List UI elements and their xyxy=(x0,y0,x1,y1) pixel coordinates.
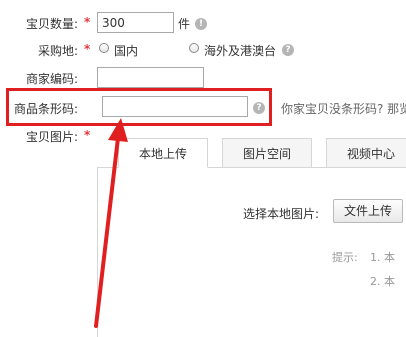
annotation-arrow xyxy=(94,118,128,328)
arrow-shaft xyxy=(94,136,120,328)
arrow-head xyxy=(108,118,128,142)
